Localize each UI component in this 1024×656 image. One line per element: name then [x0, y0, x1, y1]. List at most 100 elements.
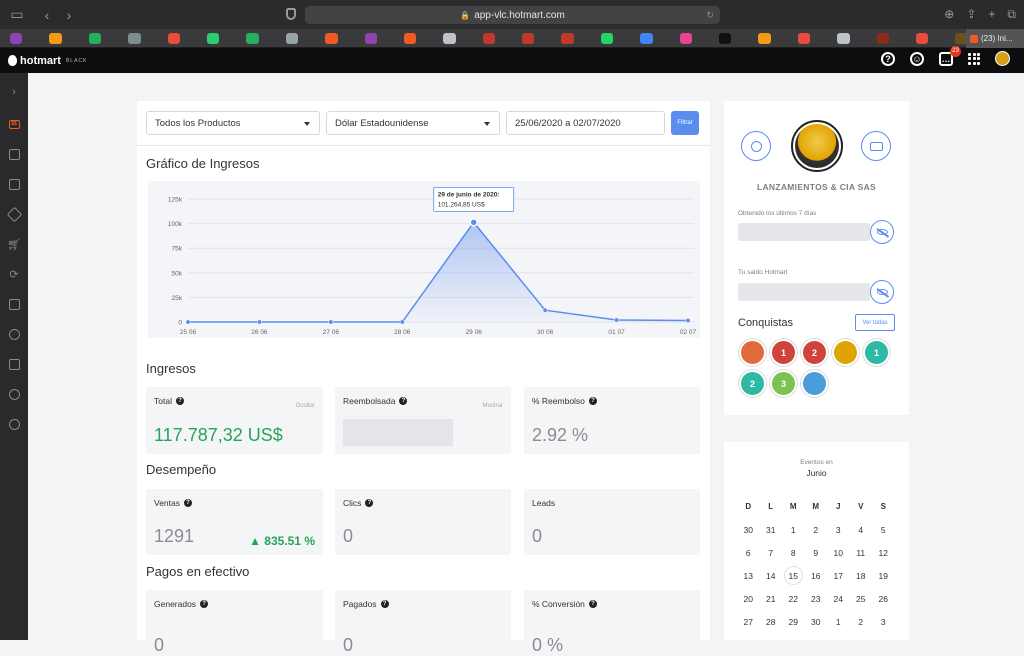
fav-tab-icon[interactable]: [522, 32, 535, 44]
sidebar-item-settings[interactable]: [0, 383, 28, 405]
fav-tab-icon[interactable]: [403, 32, 417, 44]
toggle-visibility-button[interactable]: [870, 280, 894, 304]
fav-tab-icon[interactable]: [837, 32, 850, 44]
calendar-day[interactable]: 21: [760, 587, 783, 610]
achievement-badge[interactable]: 2: [801, 339, 828, 366]
download-icon[interactable]: ⊕: [944, 7, 954, 22]
sidebar-item-sales[interactable]: 🛒︎: [0, 233, 28, 255]
achievement-badge[interactable]: 1: [770, 339, 797, 366]
calendar-day[interactable]: 11: [850, 541, 873, 564]
user-settings-button[interactable]: [741, 131, 771, 161]
calendar-day[interactable]: 29: [782, 610, 805, 633]
fav-tab-icon[interactable]: [719, 32, 732, 44]
share-icon[interactable]: ⇪: [966, 7, 976, 22]
calendar-day[interactable]: 31: [760, 518, 783, 541]
hotmart-logo[interactable]: hotmart BLACK: [8, 55, 87, 67]
address-bar[interactable]: 🔒 app-vlc.hotmart.com ↻: [305, 6, 720, 24]
achievement-badge[interactable]: 2: [739, 370, 766, 397]
calendar-day[interactable]: 13: [737, 564, 760, 587]
fav-tab-icon[interactable]: [482, 32, 496, 44]
calendar-day[interactable]: 4: [850, 518, 873, 541]
calendar-day[interactable]: 2: [805, 518, 828, 541]
sidebar-item-tools[interactable]: [0, 173, 28, 195]
achievement-badge[interactable]: 3: [770, 370, 797, 397]
fav-tab-icon[interactable]: [758, 32, 771, 44]
calendar-day[interactable]: 8: [782, 541, 805, 564]
apps-grid-icon[interactable]: [968, 52, 980, 65]
calendar-day[interactable]: 14: [760, 564, 783, 587]
reload-icon[interactable]: ↻: [706, 10, 714, 21]
help-circle-icon[interactable]: ?: [365, 499, 374, 507]
calendar-day[interactable]: 26: [872, 587, 895, 610]
calendar-day[interactable]: 6: [737, 541, 760, 564]
sidebar-item-messages[interactable]: [0, 293, 28, 315]
currency-select[interactable]: Dólar Estadounidense: [326, 111, 500, 135]
community-icon[interactable]: ☺: [910, 51, 924, 66]
calendar-day[interactable]: 18: [850, 564, 873, 587]
calendar-day[interactable]: 15: [782, 564, 805, 587]
sidebar-item-integrations[interactable]: [0, 413, 28, 435]
fav-tab-icon[interactable]: [915, 32, 929, 44]
calendar-day[interactable]: 20: [737, 587, 760, 610]
calendar-day[interactable]: 28: [760, 610, 783, 633]
expand-sidebar-icon[interactable]: ›: [0, 81, 28, 103]
active-tab[interactable]: (23) Ini...: [966, 29, 1024, 48]
help-circle-icon[interactable]: ?: [588, 600, 597, 608]
calendar-day[interactable]: 12: [872, 541, 895, 564]
fav-tab-icon[interactable]: [128, 32, 141, 44]
calendar-day[interactable]: 16: [805, 564, 828, 587]
achievement-badge[interactable]: 1: [863, 339, 890, 366]
achievement-badge[interactable]: [801, 370, 828, 397]
achievement-badge[interactable]: [739, 339, 766, 366]
privacy-shield-icon[interactable]: [286, 8, 296, 20]
user-avatar[interactable]: [995, 51, 1010, 66]
calendar-day[interactable]: 24: [827, 587, 850, 610]
show-toggle[interactable]: Mostrar: [483, 403, 503, 409]
fav-tab-icon[interactable]: [797, 32, 811, 44]
fav-tab-icon[interactable]: [443, 32, 456, 44]
calendar-day[interactable]: 3: [827, 518, 850, 541]
fav-tab-icon[interactable]: [640, 32, 653, 44]
sidebar-item-dashboard[interactable]: $$: [0, 113, 28, 135]
achievement-badge[interactable]: [832, 339, 859, 366]
see-all-button[interactable]: Ver todas: [855, 314, 895, 331]
calendar-day[interactable]: 30: [805, 610, 828, 633]
filter-button[interactable]: Filtrar: [671, 111, 699, 135]
fav-tab-icon[interactable]: [167, 32, 180, 44]
calendar-day[interactable]: 2: [850, 610, 873, 633]
help-circle-icon[interactable]: ?: [175, 397, 184, 405]
fav-tab-icon[interactable]: [49, 32, 62, 44]
hide-toggle[interactable]: Ocultar: [296, 403, 315, 409]
sidebar-item-recurrence[interactable]: ⟳: [0, 263, 28, 285]
messages-button[interactable]: [861, 131, 891, 161]
sidebar-item-reports[interactable]: [0, 353, 28, 375]
sidebar-item-finance[interactable]: [0, 323, 28, 345]
new-tab-icon[interactable]: +: [988, 7, 995, 22]
calendar-day[interactable]: 10: [827, 541, 850, 564]
help-circle-icon[interactable]: ?: [399, 397, 408, 405]
toggle-visibility-button[interactable]: [870, 220, 894, 244]
help-circle-icon[interactable]: ?: [380, 600, 389, 608]
calendar-day[interactable]: 30: [737, 518, 760, 541]
help-circle-icon[interactable]: ?: [200, 600, 209, 608]
fav-tab-icon[interactable]: [206, 32, 220, 44]
help-icon[interactable]: ?: [881, 51, 895, 66]
calendar-day[interactable]: 25: [850, 587, 873, 610]
fav-tab-icon[interactable]: [600, 32, 614, 44]
fav-tab-icon[interactable]: [285, 32, 299, 44]
calendar-day[interactable]: 17: [827, 564, 850, 587]
fav-tab-icon[interactable]: [561, 32, 574, 44]
calendar-day[interactable]: 9: [805, 541, 828, 564]
fav-tab-icon[interactable]: [364, 32, 377, 44]
fav-tab-icon[interactable]: [679, 32, 693, 44]
help-circle-icon[interactable]: ?: [184, 499, 192, 507]
calendar-day[interactable]: 1: [782, 518, 805, 541]
calendar-day[interactable]: 1: [827, 610, 850, 633]
profile-avatar[interactable]: [791, 120, 843, 172]
fav-tab-icon[interactable]: [246, 32, 259, 44]
calendar-day[interactable]: 22: [782, 587, 805, 610]
calendar-day[interactable]: 5: [872, 518, 895, 541]
sidebar-toggle-icon[interactable]: ▭: [6, 6, 28, 23]
calendar-day[interactable]: 23: [805, 587, 828, 610]
date-range-input[interactable]: 25/06/2020 a 02/07/2020: [506, 111, 665, 135]
